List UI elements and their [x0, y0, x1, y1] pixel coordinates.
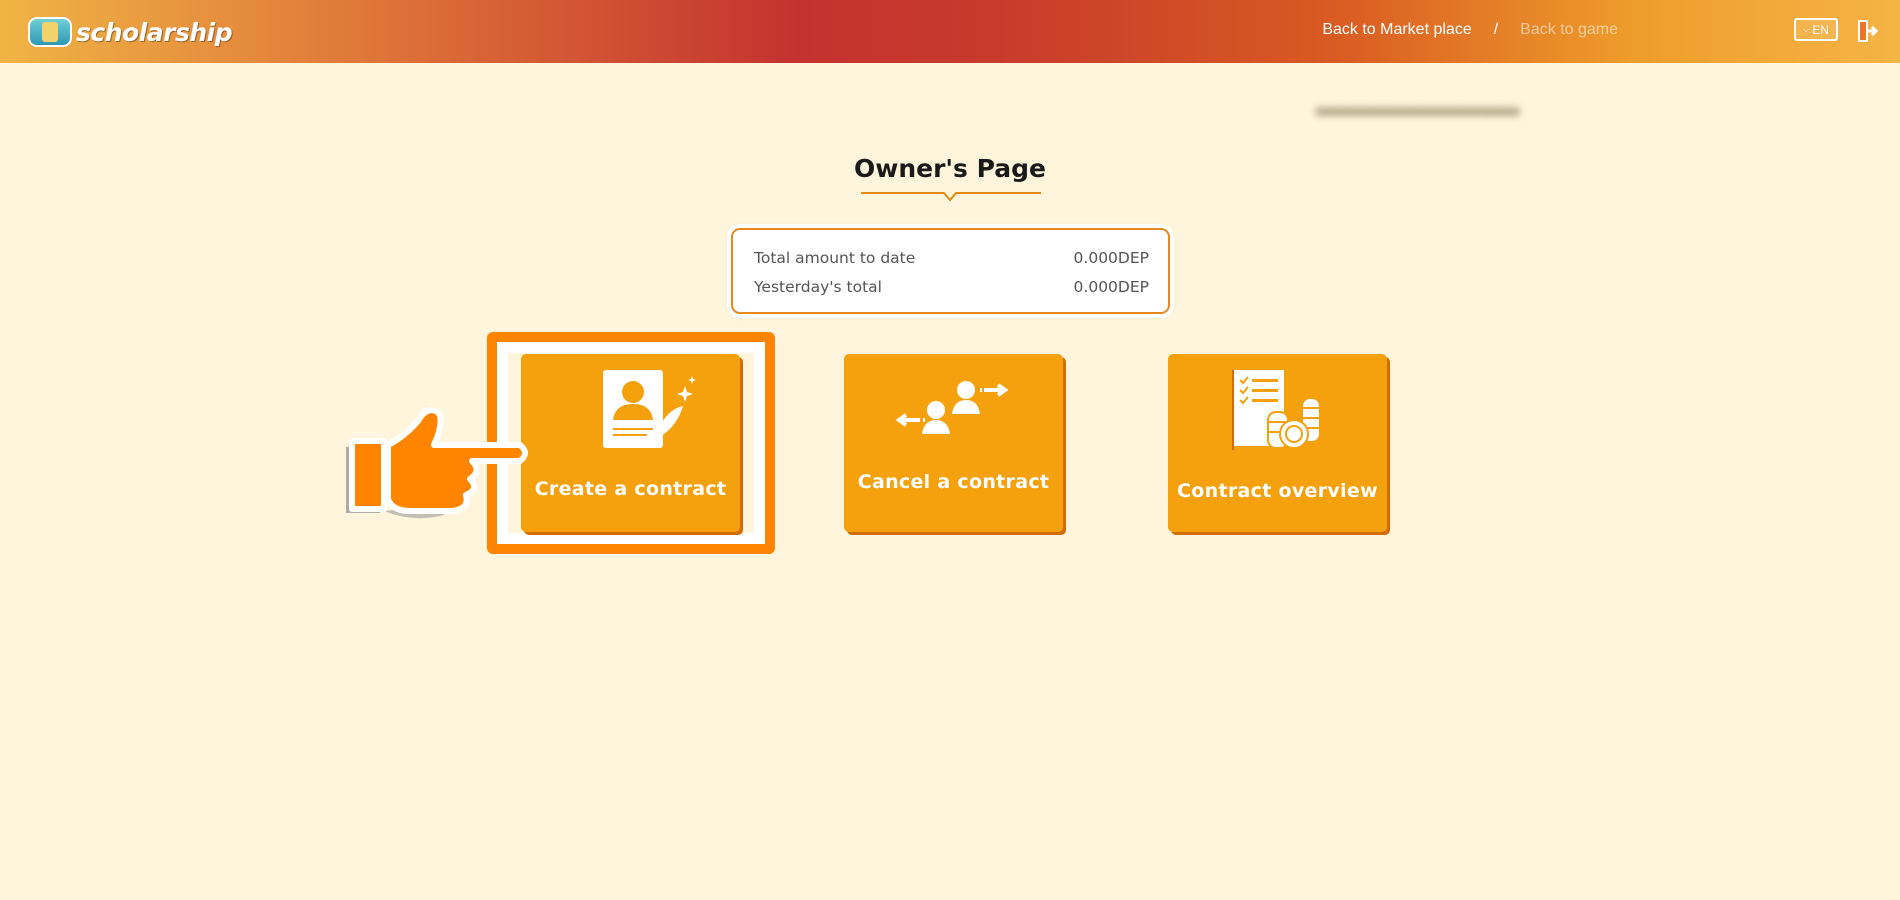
summary-label: Yesterday's total: [754, 277, 882, 296]
scholarship-logo-icon: [28, 17, 72, 47]
card-label: Contract overview: [1177, 480, 1378, 502]
language-select[interactable]: ⌵ EN: [1794, 18, 1838, 41]
summary-value: 0.000DEP: [1073, 248, 1149, 267]
back-to-game-link[interactable]: Back to game: [1520, 21, 1618, 39]
document-coins-icon: [1232, 370, 1321, 450]
summary-row: Total amount to date 0.000DEP: [754, 243, 1149, 272]
top-header: scholarship Back to Market place / Back …: [0, 0, 1900, 63]
contract-signing-icon: [603, 370, 696, 448]
back-to-marketplace-link[interactable]: Back to Market place: [1322, 21, 1471, 39]
card-label: Create a contract: [534, 478, 727, 500]
summary-value: 0.000DEP: [1073, 277, 1149, 296]
summary-label: Total amount to date: [754, 248, 916, 267]
contract-overview-card[interactable]: Contract overview: [1168, 354, 1387, 532]
logo-text: scholarship: [76, 17, 233, 47]
card-label: Cancel a contract: [857, 471, 1050, 493]
title-notch: [943, 192, 957, 202]
summary-row: Yesterday's total 0.000DEP: [754, 272, 1149, 301]
logout-icon[interactable]: [1857, 19, 1879, 43]
chevron-down-icon: ⌵: [1803, 24, 1810, 34]
wallet-address-blurred: ●●●●●●●●●●●●●●●●●●●●●●●●●●: [1316, 104, 1520, 119]
create-contract-card[interactable]: Create a contract: [521, 354, 740, 532]
app-logo[interactable]: scholarship: [28, 12, 233, 52]
earnings-summary: Total amount to date 0.000DEP Yesterday'…: [731, 228, 1170, 314]
cancel-contract-card[interactable]: Cancel a contract: [844, 354, 1063, 532]
pointing-hand-icon: [346, 407, 528, 519]
page-title: Owner's Page: [853, 154, 1047, 183]
nav-separator: /: [1493, 21, 1499, 38]
header-nav: Back to Market place / Back to game: [1322, 18, 1618, 42]
users-exchange-icon: [895, 381, 1009, 434]
language-label: EN: [1812, 22, 1829, 37]
